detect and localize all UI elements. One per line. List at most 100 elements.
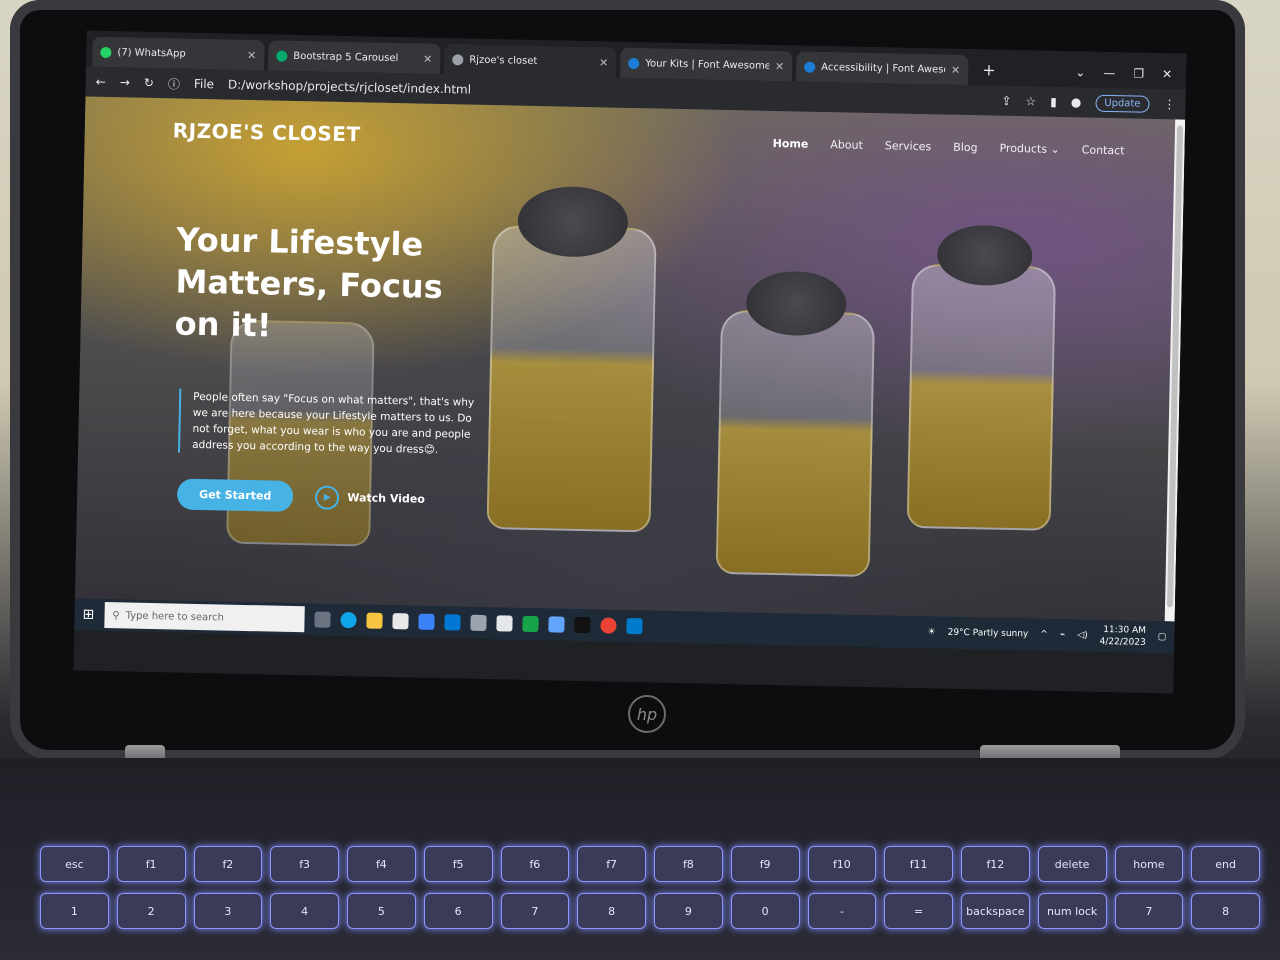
vscode-icon[interactable] (626, 617, 643, 635)
close-icon[interactable]: ✕ (599, 56, 608, 69)
tab-bootstrap[interactable]: Bootstrap 5 Carousel ✕ (268, 40, 441, 74)
watch-video-button[interactable]: ▶ Watch Video (315, 484, 425, 511)
back-icon[interactable]: ← (96, 75, 106, 89)
search-placeholder: Type here to search (125, 609, 225, 624)
key[interactable]: 7 (500, 893, 570, 929)
nav-about[interactable]: About (830, 138, 863, 152)
key[interactable]: end (1191, 846, 1260, 882)
hero-description: People often say "Focus on what matters"… (178, 388, 484, 459)
calculator-icon[interactable] (496, 615, 513, 632)
key[interactable]: f1 (116, 846, 186, 882)
tab-search-icon[interactable]: ⌄ (1075, 65, 1085, 79)
key[interactable]: 2 (116, 893, 186, 929)
close-icon[interactable]: ✕ (951, 63, 960, 76)
chrome-icon[interactable] (600, 617, 617, 634)
key[interactable]: f8 (654, 846, 723, 882)
notification-icon[interactable]: ▢ (1158, 632, 1167, 642)
key[interactable]: 9 (654, 893, 723, 929)
reload-icon[interactable]: ↻ (144, 76, 154, 90)
tab-rjzoes-closet[interactable]: Rjzoe's closet ✕ (443, 44, 617, 78)
key[interactable]: f11 (884, 846, 953, 882)
key[interactable]: 4 (270, 893, 339, 929)
tray-chevron-icon[interactable]: ^ (1040, 630, 1048, 640)
app-icon[interactable] (548, 616, 565, 633)
terminal-icon[interactable] (574, 616, 591, 634)
site-navbar: RJZOE'S CLOSET Home About Services Blog … (85, 117, 1185, 164)
key[interactable]: f7 (577, 846, 646, 882)
function-key-row: esc f1 f2 f3 f4 f5 f6 f7 f8 f9 f10 f11 f… (40, 846, 1260, 882)
store-icon[interactable] (392, 613, 409, 630)
key[interactable]: 7 (1114, 893, 1184, 929)
tab-whatsapp[interactable]: (7) WhatsApp ✕ (92, 36, 265, 71)
search-icon: ⚲ (112, 609, 120, 621)
key[interactable]: f5 (423, 846, 493, 882)
file-explorer-icon[interactable] (366, 612, 383, 629)
key[interactable]: delete (1037, 846, 1107, 882)
key[interactable]: backspace (961, 893, 1030, 929)
close-icon[interactable]: ✕ (775, 59, 784, 72)
app-icon[interactable] (470, 614, 487, 632)
tab-title: Your Kits | Font Awesome (645, 57, 770, 72)
key[interactable]: 8 (577, 893, 646, 929)
globe-icon (452, 53, 464, 65)
task-view-icon[interactable] (314, 611, 331, 628)
outlook-icon[interactable] (444, 614, 461, 631)
key[interactable]: f10 (807, 846, 877, 882)
key[interactable]: 6 (423, 893, 493, 929)
key[interactable]: f6 (500, 846, 570, 882)
network-icon[interactable]: ⌁ (1060, 630, 1066, 640)
taskbar-search-box[interactable]: ⚲ Type here to search (104, 602, 305, 633)
update-button[interactable]: Update (1095, 94, 1150, 113)
nav-blog[interactable]: Blog (953, 140, 978, 154)
excel-icon[interactable] (522, 615, 539, 633)
nav-products[interactable]: Products ⌄ (999, 141, 1059, 155)
nav-services[interactable]: Services (885, 139, 932, 153)
forward-icon[interactable]: → (120, 75, 130, 89)
nav-contact[interactable]: Contact (1082, 143, 1125, 157)
menu-kebab-icon[interactable]: ⋮ (1163, 97, 1175, 111)
volume-icon[interactable]: ◁) (1077, 630, 1088, 640)
info-icon[interactable]: ⓘ (168, 75, 180, 92)
tab-title: Bootstrap 5 Carousel (293, 50, 399, 64)
profile-avatar-icon[interactable]: ● (1071, 95, 1082, 109)
key[interactable]: f12 (961, 846, 1030, 882)
key[interactable]: 3 (193, 893, 263, 929)
nav-products-label: Products (999, 141, 1048, 156)
key[interactable]: f3 (270, 846, 339, 882)
clock[interactable]: 11:30 AM 4/22/2023 (1099, 624, 1146, 649)
key[interactable]: num lock (1037, 893, 1107, 929)
flag-icon (628, 57, 640, 69)
bookmark-star-icon[interactable]: ☆ (1025, 94, 1036, 108)
close-window-icon[interactable]: ✕ (1162, 67, 1172, 81)
w3schools-icon (276, 50, 288, 62)
tab-font-awesome-accessibility[interactable]: Accessibility | Font Awesome Do ✕ (795, 51, 969, 86)
minimize-icon[interactable]: — (1103, 66, 1115, 80)
key[interactable]: f9 (730, 846, 800, 882)
weather-widget[interactable]: 29°C Partly sunny (948, 628, 1029, 640)
new-tab-button[interactable]: + (972, 60, 1006, 86)
key[interactable]: = (884, 893, 953, 929)
mail-icon[interactable] (418, 613, 435, 630)
key[interactable]: 5 (347, 893, 416, 929)
nav-home[interactable]: Home (773, 136, 809, 150)
key[interactable]: home (1114, 846, 1184, 882)
site-logo[interactable]: RJZOE'S CLOSET (172, 118, 360, 146)
site-menu: Home About Services Blog Products ⌄ Cont… (773, 136, 1125, 156)
key[interactable]: 8 (1191, 893, 1260, 929)
key[interactable]: f4 (347, 846, 416, 882)
close-icon[interactable]: ✕ (247, 48, 256, 61)
windows-start-icon[interactable]: ⊞ (82, 607, 94, 623)
side-panel-icon[interactable]: ▮ (1050, 95, 1057, 109)
get-started-button[interactable]: Get Started (176, 478, 294, 512)
key[interactable]: 1 (40, 893, 109, 929)
url-field[interactable]: D:/workshop/projects/rjcloset/index.html (228, 78, 471, 97)
share-icon[interactable]: ⇪ (1001, 94, 1011, 108)
tab-font-awesome-kits[interactable]: Your Kits | Font Awesome ✕ (619, 47, 793, 82)
close-icon[interactable]: ✕ (423, 52, 432, 65)
key[interactable]: esc (40, 846, 109, 882)
restore-icon[interactable]: ❐ (1133, 66, 1144, 80)
key[interactable]: 0 (730, 893, 800, 929)
key[interactable]: - (807, 893, 877, 929)
edge-icon[interactable] (340, 611, 357, 629)
key[interactable]: f2 (193, 846, 263, 882)
